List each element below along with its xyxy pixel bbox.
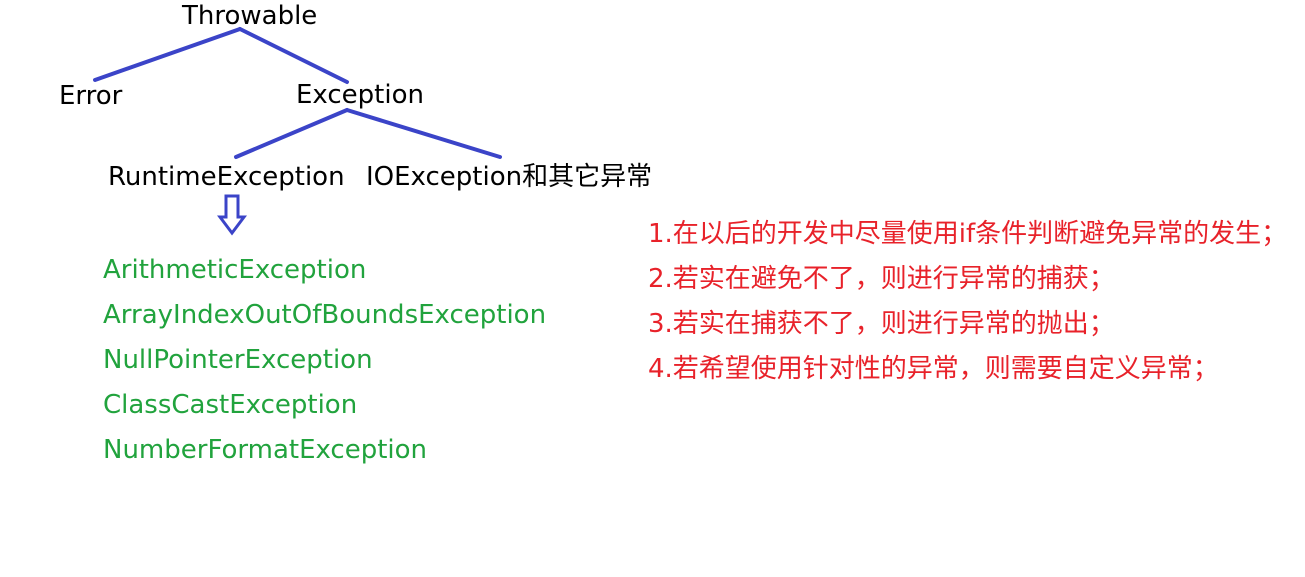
connector-throwable-exception [238, 27, 349, 84]
runtime-subclass-item: ArithmeticException [103, 255, 367, 285]
hollow-down-arrow-icon [217, 194, 247, 236]
tip-item: 3.若实在捕获不了，则进行异常的抛出； [648, 309, 1115, 339]
connector-throwable-error [93, 27, 242, 82]
runtime-subclass-item: NumberFormatException [103, 435, 428, 465]
runtime-subclass-item: ArrayIndexOutOfBoundsException [103, 300, 547, 330]
tip-item: 2.若实在避免不了，则进行异常的捕获； [648, 264, 1115, 294]
runtime-subclass-item: NullPointerException [103, 345, 373, 375]
tip-item: 1.在以后的开发中尽量使用if条件判断避免异常的发生； [648, 219, 1288, 249]
tip-item: 4.若希望使用针对性的异常，则需要自定义异常； [648, 354, 1219, 384]
connector-exception-runtime [234, 108, 349, 159]
node-runtime-exception: RuntimeException [108, 162, 345, 192]
node-error: Error [59, 81, 123, 111]
runtime-subclass-item: ClassCastException [103, 390, 358, 420]
node-exception: Exception [296, 80, 424, 110]
node-throwable: Throwable [182, 1, 318, 31]
connector-exception-io [345, 108, 502, 159]
node-io-exception: IOException和其它异常 [366, 162, 653, 192]
tips-list: 1.在以后的开发中尽量使用if条件判断避免异常的发生； 2.若实在避免不了，则进行… [648, 212, 1287, 392]
runtime-subclass-list: ArithmeticException ArrayIndexOutOfBounds… [103, 248, 546, 473]
